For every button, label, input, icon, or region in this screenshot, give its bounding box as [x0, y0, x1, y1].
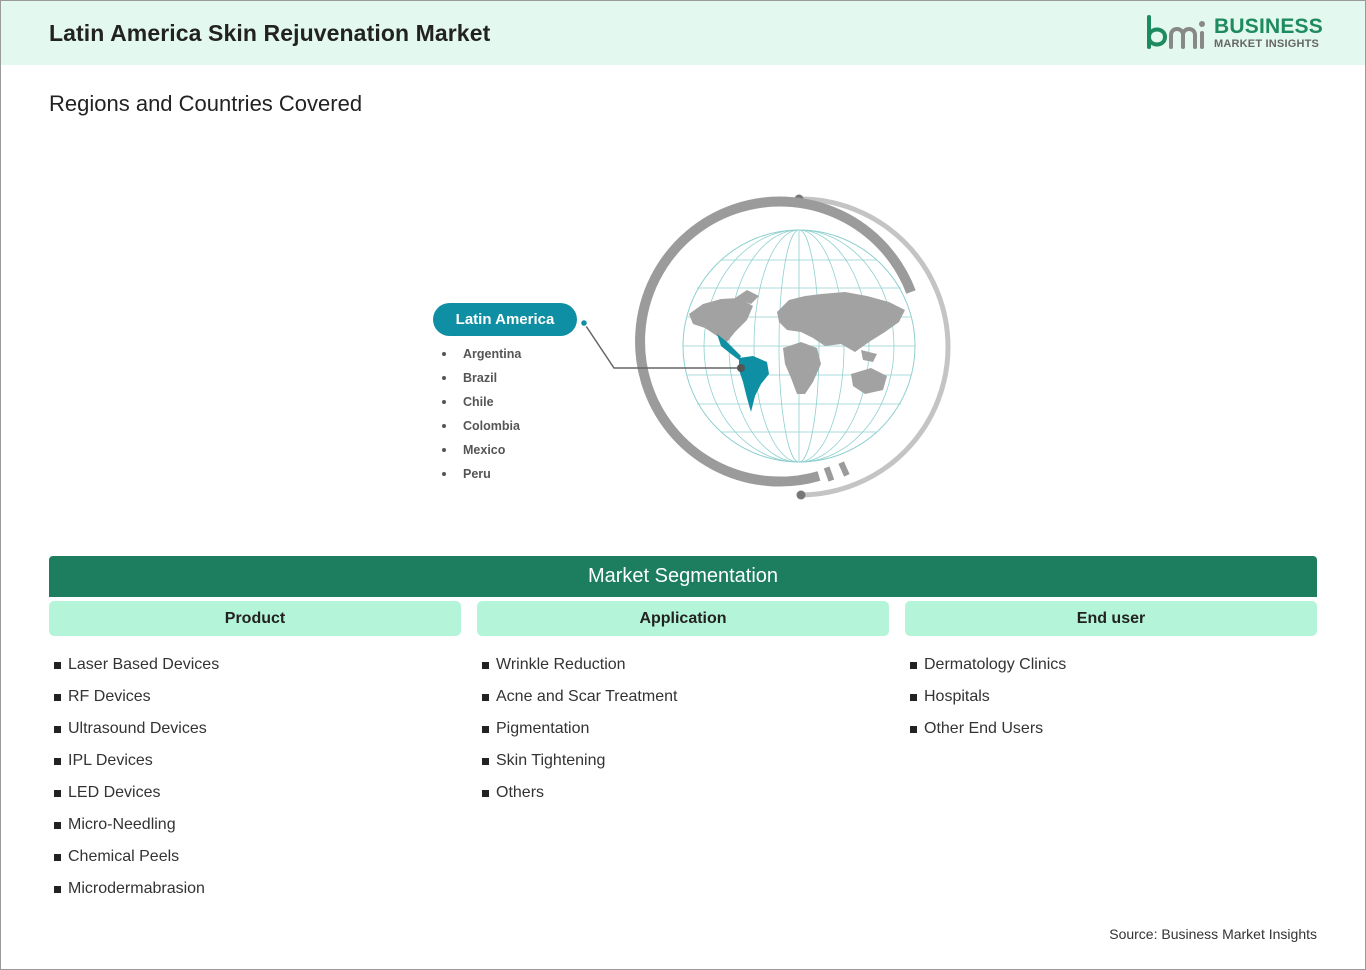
- list-item: Laser Based Devices: [54, 653, 219, 685]
- list-item: Argentina: [439, 344, 521, 368]
- logo-text-business: BUSINESS: [1214, 15, 1323, 38]
- region-label-latin-america: Latin America: [433, 303, 577, 336]
- list-item: Chile: [439, 392, 521, 416]
- column-header-end-user: End user: [905, 601, 1317, 636]
- country-list: Argentina Brazil Chile Colombia Mexico P…: [439, 344, 521, 488]
- list-item: Microdermabrasion: [54, 877, 219, 909]
- list-item: Wrinkle Reduction: [482, 653, 677, 685]
- list-item: Dermatology Clinics: [910, 653, 1066, 685]
- list-item: Ultrasound Devices: [54, 717, 219, 749]
- globe-icon: [682, 229, 916, 463]
- header-bar: Latin America Skin Rejuvenation Market B…: [1, 1, 1365, 65]
- product-list: Laser Based Devices RF Devices Ultrasoun…: [54, 653, 219, 909]
- region-map-panel: Latin America Argentina Brazil Chile Col…: [421, 186, 961, 506]
- list-item: Micro-Needling: [54, 813, 219, 845]
- list-item: Other End Users: [910, 717, 1066, 749]
- page: Latin America Skin Rejuvenation Market B…: [0, 0, 1366, 970]
- page-title: Latin America Skin Rejuvenation Market: [49, 20, 491, 46]
- source-note: Source: Business Market Insights: [1109, 926, 1317, 942]
- list-item: Brazil: [439, 368, 521, 392]
- bmi-logo: BUSINESS MARKET INSIGHTS: [1145, 15, 1323, 53]
- list-item: Others: [482, 781, 677, 813]
- list-item: Mexico: [439, 440, 521, 464]
- list-item: Hospitals: [910, 685, 1066, 717]
- list-item: Skin Tightening: [482, 749, 677, 781]
- list-item: Pigmentation: [482, 717, 677, 749]
- list-item: Chemical Peels: [54, 845, 219, 877]
- list-item: Peru: [439, 464, 521, 488]
- column-header-application: Application: [477, 601, 889, 636]
- list-item: Acne and Scar Treatment: [482, 685, 677, 717]
- end-user-list: Dermatology Clinics Hospitals Other End …: [910, 653, 1066, 749]
- logo-text-market-insights: MARKET INSIGHTS: [1214, 38, 1320, 50]
- list-item: IPL Devices: [54, 749, 219, 781]
- arc-end-dot-bottom: [796, 490, 806, 500]
- section-subtitle: Regions and Countries Covered: [49, 91, 363, 116]
- list-item: LED Devices: [54, 781, 219, 813]
- segmentation-title-bar: Market Segmentation: [49, 556, 1317, 597]
- application-list: Wrinkle Reduction Acne and Scar Treatmen…: [482, 653, 677, 813]
- column-header-product: Product: [49, 601, 461, 636]
- bmi-logo-icon: [1147, 15, 1205, 49]
- list-item: Colombia: [439, 416, 521, 440]
- list-item: RF Devices: [54, 685, 219, 717]
